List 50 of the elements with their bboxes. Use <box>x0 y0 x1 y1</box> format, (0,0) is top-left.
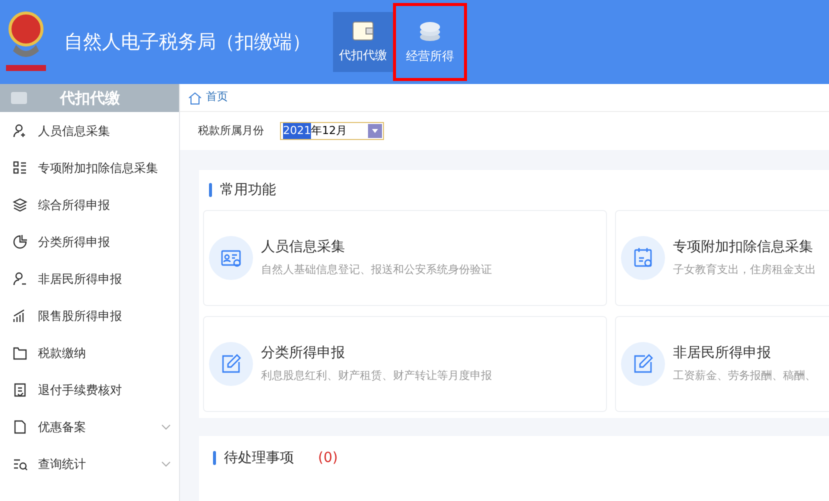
document-icon <box>12 418 28 434</box>
chevron-down-icon <box>161 460 171 466</box>
card-description: 自然人基础信息登记、报送和公安系统身份验证 <box>261 262 492 278</box>
card-description: 利息股息红利、财产租赁、财产转让等月度申报 <box>261 368 492 384</box>
sidebar-item[interactable]: 非居民所得申报 <box>0 260 179 297</box>
folder-icon <box>12 344 28 360</box>
sidebar-item[interactable]: 人员信息采集 <box>0 112 179 149</box>
sidebar-item[interactable]: 税款缴纳 <box>0 334 179 371</box>
wallet-icon <box>10 90 28 106</box>
breadcrumb-link[interactable]: 首页 <box>206 89 228 106</box>
function-card[interactable]: 非居民所得申报 工资薪金、劳务报酬、稿酬、 <box>615 316 829 412</box>
chevron-down-icon <box>161 424 171 430</box>
pending-count: (0) <box>318 449 338 468</box>
sidebar-item[interactable]: 分类所得申报 <box>0 223 179 260</box>
id-card-icon <box>221 250 241 267</box>
card-title: 人员信息采集 <box>261 238 346 258</box>
card-title: 非居民所得申报 <box>673 344 772 364</box>
function-card[interactable]: 专项附加扣除信息采集 子女教育支出，住房租金支出 <box>615 210 829 306</box>
user-icon <box>12 270 28 286</box>
field-label: 税款所属月份 <box>198 122 264 139</box>
app-title: 自然人电子税务局（扣缴端） <box>64 30 311 55</box>
home-icon <box>188 90 202 104</box>
card-title: 专项附加扣除信息采集 <box>673 238 814 258</box>
document-check-icon <box>12 382 28 398</box>
user-add-icon <box>12 122 28 138</box>
sidebar-item[interactable]: 限售股所得申报 <box>0 297 179 334</box>
card-description: 子女教育支出，住房租金支出 <box>673 262 816 278</box>
layers-icon <box>12 196 28 212</box>
wallet-icon <box>351 20 375 42</box>
function-card[interactable]: 分类所得申报 利息股息红利、财产租赁、财产转让等月度申报 <box>203 316 607 412</box>
sidebar-title: 代扣代缴 <box>60 88 120 109</box>
edit-icon <box>634 354 653 373</box>
sidebar-item[interactable]: 查询统计 <box>0 445 179 482</box>
calendar-icon <box>634 247 652 267</box>
sidebar-item[interactable]: 退付手续费核对 <box>0 371 179 408</box>
sidebar-item[interactable]: 优惠备案 <box>0 408 179 445</box>
section-title: 常用功能 <box>220 180 276 200</box>
coin-stack-icon <box>418 19 442 43</box>
dropdown-icon <box>372 129 378 133</box>
nav-tab[interactable]: 代扣代缴 <box>333 12 393 72</box>
card-title: 分类所得申报 <box>261 344 346 364</box>
sidebar-item[interactable]: 综合所得申报 <box>0 186 179 223</box>
sidebar-item[interactable]: 专项附加扣除信息采集 <box>0 149 179 186</box>
section-title: 待处理事项 <box>224 449 294 468</box>
month-select[interactable]: 2021年12月 <box>280 122 384 140</box>
function-card[interactable]: 人员信息采集 自然人基础信息登记、报送和公安系统身份验证 <box>203 210 607 306</box>
card-description: 工资薪金、劳务报酬、稿酬、 <box>673 368 816 384</box>
pie-chart-icon <box>12 234 28 250</box>
list-icon <box>12 160 28 176</box>
edit-icon <box>222 354 241 373</box>
